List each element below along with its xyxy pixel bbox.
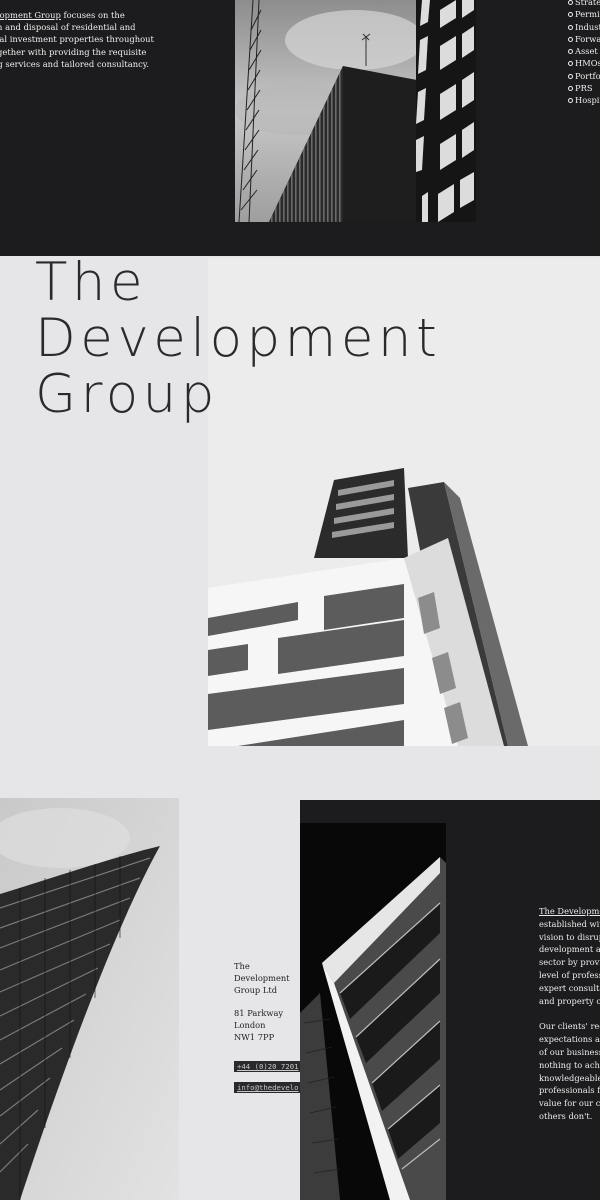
services-list-item[interactable]: Forwar: [567, 33, 600, 45]
intro-line: cial investment properties throughout: [0, 34, 154, 45]
phone-link[interactable]: +44 (0)20 7201: [234, 1061, 302, 1072]
about-paragraph-1: The Developmen established with vision t…: [539, 905, 600, 1007]
company-link[interactable]: The Developmen: [539, 906, 600, 916]
top-dark-section: elopment Group focuses on the on and dis…: [0, 0, 600, 256]
grid-facade-photo: [416, 0, 476, 222]
email-link-wrapper: info@thedevelo: [234, 1075, 304, 1094]
services-list-item[interactable]: Permit: [567, 8, 600, 20]
services-list-item[interactable]: Hospita: [567, 94, 600, 106]
about-paragraph-2: Our clients' requ expectations are of ou…: [539, 1021, 600, 1121]
angular-tower-photo: [300, 823, 446, 1200]
contact-address: The Development Group Ltd 81 Parkway Lon…: [234, 960, 290, 1054]
services-list: Strateg Permit Indust Forwar Asset M HMO…: [567, 0, 600, 107]
hero-title-line: The: [35, 252, 148, 313]
intro-line: ogether with providing the requisite: [0, 46, 147, 57]
intro-line: ng services and tailored consultancy.: [0, 58, 150, 69]
services-list-item[interactable]: PRS: [567, 82, 600, 94]
phone-link-wrapper: +44 (0)20 7201: [234, 1054, 304, 1073]
curved-tower-photo: [0, 798, 179, 1200]
services-list-item[interactable]: Asset M: [567, 45, 600, 57]
crane-building-photo: [235, 0, 417, 222]
hero-title: The Development Group: [35, 255, 441, 423]
intro-line: on and disposal of residential and: [0, 22, 136, 33]
services-list-item[interactable]: Portfol: [567, 70, 600, 82]
email-link[interactable]: info@thedevelo: [234, 1082, 302, 1093]
about-paragraphs: The Developmen established with vision t…: [539, 905, 600, 1136]
services-list-item[interactable]: HMOs: [567, 57, 600, 69]
company-name: The Development Group Ltd: [234, 961, 290, 995]
intro-paragraph: elopment Group focuses on the on and dis…: [0, 9, 217, 70]
company-link[interactable]: elopment Group: [0, 10, 61, 20]
hero-title-line: Group: [35, 364, 219, 425]
services-list-item[interactable]: Strateg: [567, 0, 600, 8]
postal-address: 81 Parkway London NW1 7PP: [234, 1008, 284, 1042]
intro-line: elopment Group focuses on the: [0, 9, 217, 21]
hero-title-line: Development: [35, 308, 442, 369]
services-list-item[interactable]: Indust: [567, 21, 600, 33]
